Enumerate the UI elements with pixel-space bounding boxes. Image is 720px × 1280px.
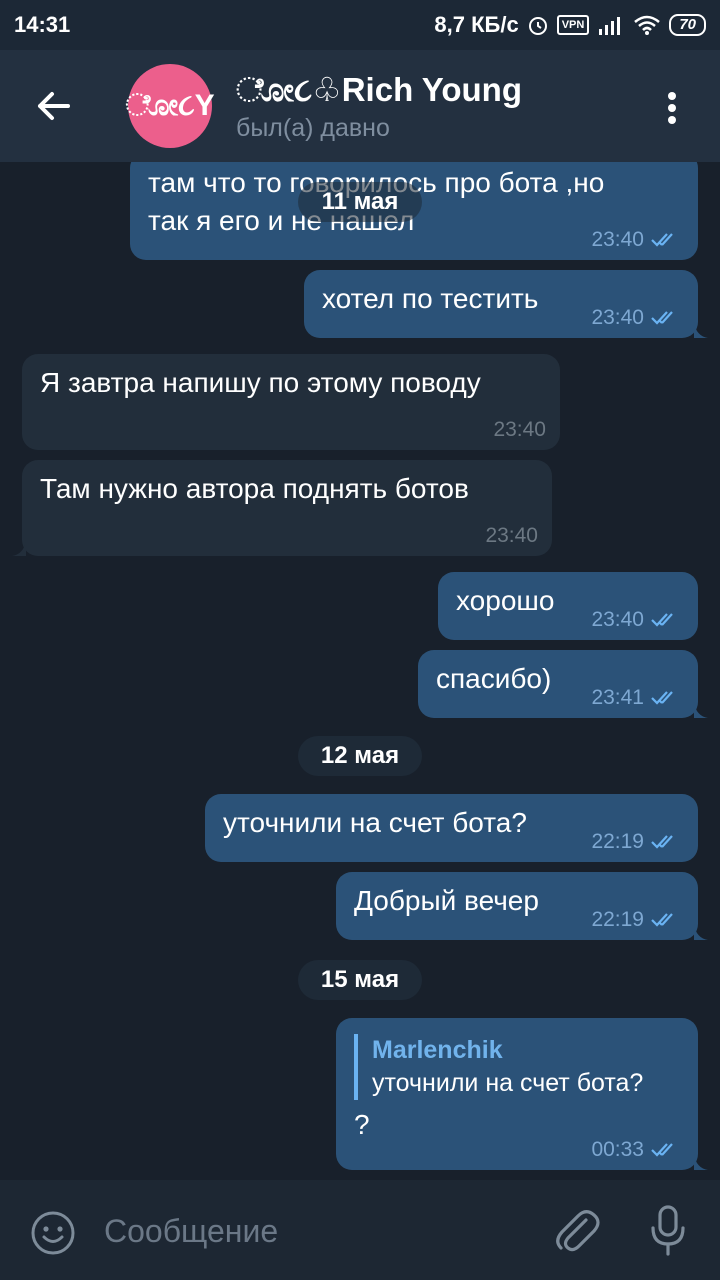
- message-time: 22:19: [591, 830, 644, 853]
- message-input[interactable]: [104, 1206, 524, 1256]
- date-separator: 12 мая: [298, 736, 422, 776]
- reply-text: уточнили на счет бота?: [372, 1069, 644, 1097]
- reply-author: Marlenchik: [372, 1036, 503, 1064]
- double-check-icon: [651, 311, 673, 325]
- message-time: 23:40: [485, 524, 538, 547]
- message-time: 22:19: [591, 908, 644, 931]
- double-check-icon: [651, 1143, 673, 1157]
- avatar[interactable]: ೋ૮Y: [125, 64, 215, 148]
- message-outgoing[interactable]: уточнили на счет бота? 22:19: [205, 794, 698, 862]
- chat-title[interactable]: ೋ૮♧Rich Young: [236, 70, 522, 110]
- message-meta: 23:40: [493, 418, 546, 442]
- status-bar: 14:31 8,7 КБ/с VPN 70: [0, 0, 720, 50]
- attach-icon[interactable]: [552, 1206, 600, 1256]
- battery-indicator: 70: [669, 14, 706, 36]
- message-meta: 22:19: [591, 908, 684, 932]
- message-incoming[interactable]: Я завтра напишу по этому поводу 23:40: [22, 354, 560, 450]
- bubble-tail: [694, 1154, 708, 1170]
- vpn-badge: VPN: [556, 15, 590, 35]
- date-separator: 15 мая: [298, 960, 422, 1000]
- message-composer: [0, 1180, 720, 1280]
- message-time: 00:33: [591, 1138, 644, 1161]
- message-outgoing[interactable]: спасибо) 23:41: [418, 650, 708, 718]
- message-time: 23:40: [591, 608, 644, 631]
- back-arrow-icon[interactable]: [30, 86, 78, 126]
- more-vertical-icon[interactable]: [658, 88, 686, 128]
- last-seen-status: был(а) давно: [236, 114, 390, 142]
- chat-header: ೋ૮Y ೋ૮♧Rich Young был(а) давно: [0, 50, 720, 162]
- avatar-initials: ೋ૮Y: [125, 89, 215, 122]
- message-meta: 00:33: [591, 1138, 684, 1162]
- message-meta: 23:41: [591, 686, 684, 710]
- message-meta: 23:40: [591, 306, 684, 330]
- message-outgoing[interactable]: хорошо 23:40: [438, 572, 698, 640]
- alarm-icon: [528, 17, 547, 35]
- signal-icon: [599, 17, 621, 35]
- message-outgoing[interactable]: хотел по тестить 23:40: [304, 270, 708, 338]
- reply-quote[interactable]: Marlenchik уточнили на счет бота?: [354, 1034, 680, 1100]
- date-separator: 11 мая: [298, 182, 422, 222]
- message-outgoing-reply[interactable]: Marlenchik уточнили на счет бота? ? 00:3…: [336, 1018, 708, 1170]
- message-time: 23:40: [591, 228, 644, 251]
- message-meta: 23:40: [485, 524, 538, 548]
- status-indicators: 8,7 КБ/с VPN 70: [434, 12, 706, 38]
- mic-icon[interactable]: [648, 1204, 688, 1258]
- bubble-tail: [12, 540, 26, 556]
- message-outgoing[interactable]: Добрый вечер 22:19: [336, 872, 708, 940]
- message-time: 23:40: [591, 306, 644, 329]
- double-check-icon: [651, 835, 673, 849]
- double-check-icon: [651, 233, 673, 247]
- message-incoming[interactable]: Там нужно автора поднять ботов 23:40: [12, 460, 552, 556]
- emoji-icon[interactable]: [30, 1210, 76, 1256]
- message-meta: 22:19: [591, 830, 684, 854]
- bubble-tail: [694, 322, 708, 338]
- message-text: Там нужно автора поднять ботов: [40, 473, 469, 504]
- message-time: 23:40: [493, 418, 546, 441]
- double-check-icon: [651, 613, 673, 627]
- bubble-tail: [694, 702, 708, 718]
- bubble-tail: [694, 924, 708, 940]
- message-list[interactable]: там что то говорилось про бота ,но так я…: [0, 162, 720, 1180]
- message-text: Я завтра напишу по этому поводу: [40, 367, 481, 398]
- message-meta: 23:40: [591, 608, 684, 632]
- message-time: 23:41: [591, 686, 644, 709]
- wifi-icon: [634, 15, 661, 35]
- message-meta: 23:40: [591, 228, 684, 252]
- double-check-icon: [651, 913, 673, 927]
- double-check-icon: [651, 691, 673, 705]
- status-time: 14:31: [14, 12, 71, 37]
- net-speed: 8,7 КБ/с: [434, 12, 519, 37]
